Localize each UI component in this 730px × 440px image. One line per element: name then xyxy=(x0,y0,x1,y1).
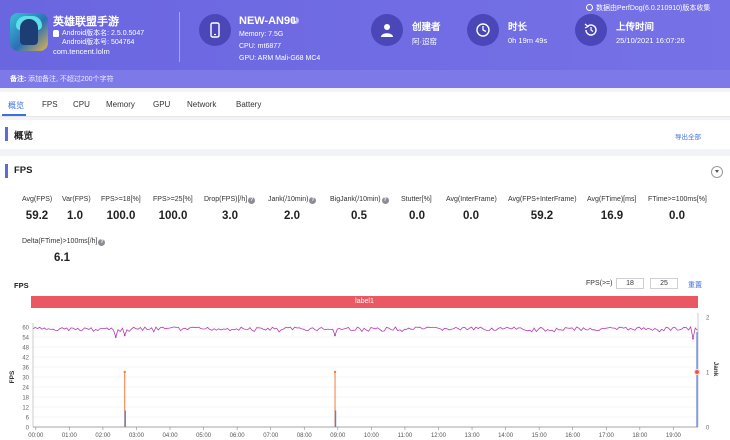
tab-memory[interactable]: Memory xyxy=(106,100,135,109)
metric-avg-ftime: Avg(FTime)[ms] 16.9 xyxy=(587,196,637,222)
user-icon xyxy=(371,14,403,46)
metric-fps-ge-25: FPS>=25[%] 100.0 xyxy=(153,196,193,222)
threshold-input-2[interactable]: 25 xyxy=(650,278,678,289)
chart-title: FPS xyxy=(14,281,29,290)
device-memory: Memory: 7.5G xyxy=(239,31,284,38)
metric-bigjank: BigJank(/10min)? 0.5 xyxy=(330,196,389,222)
threshold-input-1[interactable]: 18 xyxy=(616,278,644,289)
metric-drop-fps: Drop(FPS)[/h]? 3.0 xyxy=(204,196,256,222)
duration-value: 0h 19m 49s xyxy=(508,36,548,45)
overview-panel: 概览 导出全部 xyxy=(0,120,730,149)
metric-avg-fps-interframe: Avg(FPS+InterFrame) 59.2 xyxy=(508,196,577,222)
overview-accent-bar xyxy=(5,127,8,141)
device-gpu: GPU: ARM Mali-G68 MC4 xyxy=(239,55,321,62)
device-info-icon[interactable]: i xyxy=(292,17,299,24)
label-bar[interactable]: label1 xyxy=(31,296,698,308)
help-icon[interactable]: ? xyxy=(309,197,317,204)
metric-avg-fps: Avg(FPS) 59.2 xyxy=(22,196,53,222)
metric-avg-interframe: Avg(InterFrame) 0.0 xyxy=(446,196,497,222)
help-icon[interactable]: ? xyxy=(381,197,389,204)
report-header: 英雄联盟手游 Android版本名: 2.5.0.5047 Android版本号… xyxy=(0,0,730,88)
threshold-label: FPS(>=) xyxy=(586,280,613,287)
tab-gpu[interactable]: GPU xyxy=(153,100,170,109)
history-icon xyxy=(575,14,607,46)
note-bar[interactable]: 备注: 添加备注, 不超过200个字符 xyxy=(0,70,730,88)
tab-bar: 概览 FPS CPU Memory GPU Network Battery xyxy=(0,92,730,117)
app-icon xyxy=(10,13,48,51)
metric-stutter: Stutter[%] 0.0 xyxy=(401,196,432,222)
header-divider xyxy=(179,12,180,62)
app-name: 英雄联盟手游 xyxy=(53,16,119,28)
active-tab-indicator xyxy=(2,114,26,116)
clock-icon xyxy=(467,14,499,46)
help-icon[interactable]: ? xyxy=(248,197,256,204)
metric-ftime-ge-100: FTime>=100ms[%] 0.0 xyxy=(648,196,707,222)
collapse-toggle[interactable] xyxy=(711,166,723,178)
fps-section-title: FPS xyxy=(14,165,33,176)
metric-delta-ftime: Delta(FTime)>100ms[/h]? 6.1 xyxy=(22,238,106,264)
metric-fps-ge-18: FPS>=18[%] 100.0 xyxy=(101,196,141,222)
app-version-code: Android版本号: 504764 xyxy=(62,39,135,46)
tab-fps[interactable]: FPS xyxy=(42,100,58,109)
tab-battery[interactable]: Battery xyxy=(236,100,261,109)
app-package: com.tencent.lolm xyxy=(53,47,110,56)
perfdog-source: 数据由PerfDog(6.0.210910)版本收集 xyxy=(596,5,711,12)
device-name: NEW-AN90 xyxy=(239,15,297,27)
reset-link[interactable]: 重置 xyxy=(688,280,702,290)
device-cpu: CPU: mt6877 xyxy=(239,43,282,50)
note-label: 备注: xyxy=(10,76,27,83)
android-icon xyxy=(53,30,59,37)
creator-label: 创建者 xyxy=(412,22,441,33)
overview-title: 概览 xyxy=(14,131,34,142)
phone-icon xyxy=(199,14,231,46)
tab-overview[interactable]: 概览 xyxy=(8,100,24,111)
note-input[interactable]: 添加备注, 不超过200个字符 xyxy=(28,74,114,84)
tab-network[interactable]: Network xyxy=(187,100,216,109)
metric-jank: Jank(/10min)? 2.0 xyxy=(268,196,317,222)
metric-var-fps: Var(FPS) 1.0 xyxy=(62,196,91,222)
upload-value: 25/10/2021 16:07:26 xyxy=(616,36,685,45)
perfdog-icon xyxy=(586,4,593,11)
upload-label: 上传时间 xyxy=(616,22,655,33)
duration-label: 时长 xyxy=(508,22,528,33)
tab-cpu[interactable]: CPU xyxy=(73,100,90,109)
fps-accent-bar xyxy=(5,164,8,178)
creator-value: 阿·迢窑 xyxy=(412,37,437,46)
export-all-link[interactable]: 导出全部 xyxy=(675,131,701,141)
